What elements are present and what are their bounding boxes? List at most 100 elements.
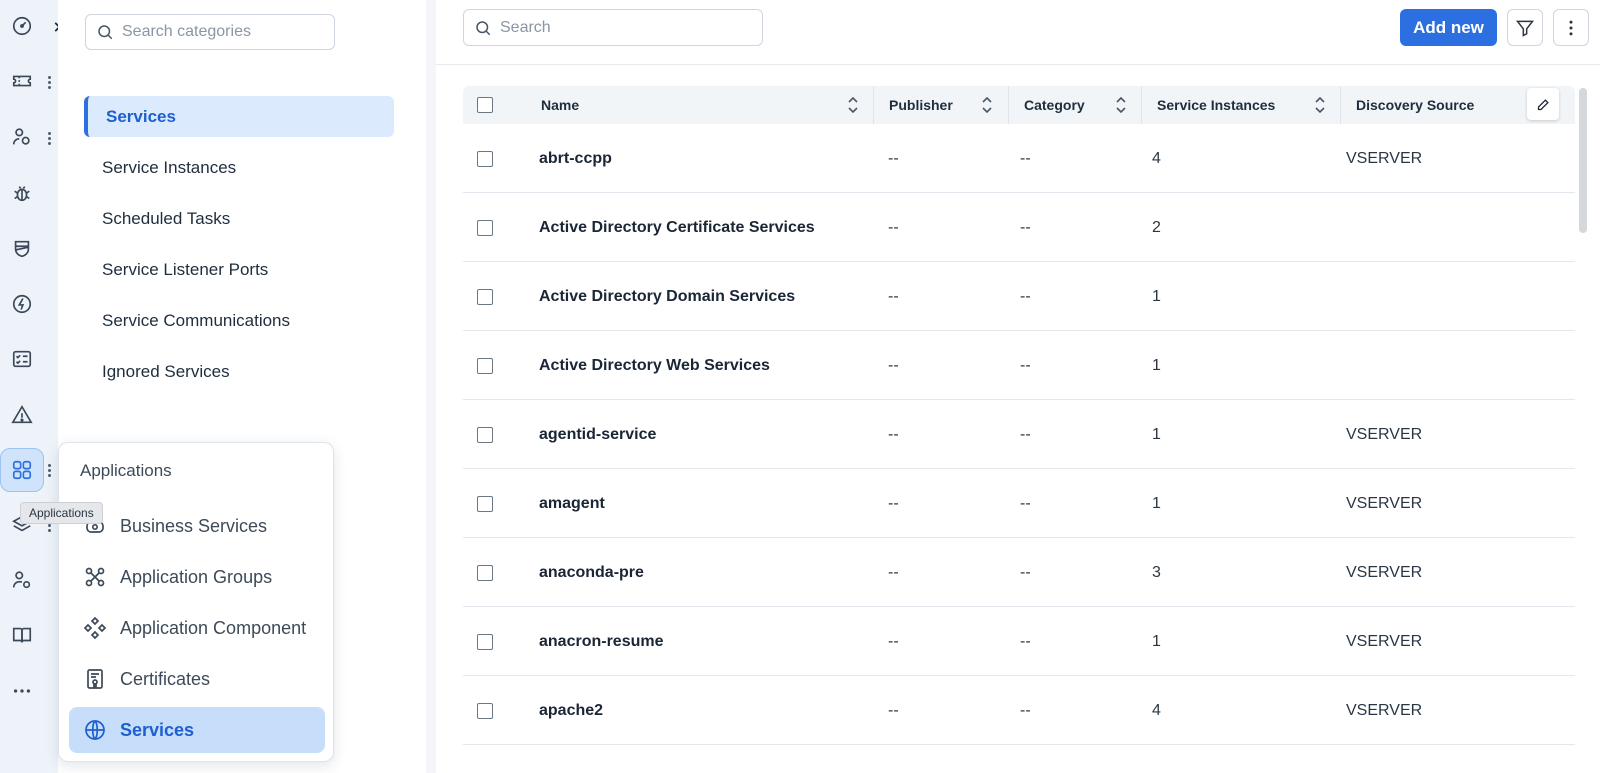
grid-more-icon[interactable] (43, 459, 55, 481)
globe-icon (85, 720, 105, 740)
applications-flyout: Applications Business Services Applicati… (58, 442, 334, 762)
row-checkbox[interactable] (477, 702, 493, 719)
row-checkbox[interactable] (477, 150, 493, 167)
flyout-item-certificates[interactable]: Certificates (69, 656, 325, 702)
book-icon[interactable] (7, 620, 37, 650)
service-name[interactable]: anacron-resume (539, 607, 664, 676)
table-row[interactable]: amagent -- -- 1 VSERVER (463, 469, 1575, 538)
discovery-source-cell: VSERVER (1346, 563, 1423, 581)
publisher-cell: -- (888, 494, 899, 512)
table-row[interactable]: agentid-service -- -- 1 VSERVER (463, 400, 1575, 469)
user-settings-more-icon[interactable] (43, 127, 55, 149)
service-name[interactable]: agentid-service (539, 400, 656, 469)
more-options-button[interactable] (1553, 9, 1589, 46)
instances-cell: 3 (1152, 563, 1161, 581)
bug-icon[interactable] (7, 178, 37, 208)
table-row[interactable]: Active Directory Domain Services -- -- 1 (463, 262, 1575, 331)
service-name[interactable]: amagent (539, 469, 605, 538)
publisher-cell: -- (888, 425, 899, 443)
service-name[interactable]: abrt-ccpp (539, 124, 612, 193)
publisher-cell: -- (888, 218, 899, 236)
scrollbar[interactable] (1576, 86, 1590, 773)
sort-icon[interactable] (847, 96, 859, 114)
column-service-instances[interactable]: Service Instances (1157, 86, 1340, 124)
category-item-services[interactable]: Services (84, 96, 394, 137)
warning-icon[interactable] (7, 400, 37, 430)
column-publisher[interactable]: Publisher (889, 86, 1007, 124)
ticket-more-icon[interactable] (43, 71, 55, 93)
category-cell: -- (1020, 494, 1031, 512)
flyout-item-services[interactable]: Services (69, 707, 325, 753)
category-search[interactable] (85, 14, 335, 50)
grid-icon[interactable] (0, 448, 44, 492)
ticket-icon[interactable] (7, 66, 37, 96)
more-icon[interactable] (7, 676, 37, 706)
row-checkbox[interactable] (477, 426, 493, 443)
sort-icon[interactable] (1115, 96, 1127, 114)
service-name[interactable]: apache2 (539, 676, 603, 745)
main-search-input[interactable] (500, 18, 740, 37)
instances-cell: 1 (1152, 425, 1161, 443)
row-checkbox-cell (477, 469, 493, 538)
column-category-label: Category (1024, 97, 1085, 113)
row-checkbox-cell (477, 193, 493, 262)
row-checkbox[interactable] (477, 219, 493, 236)
table-row[interactable]: anaconda-pre -- -- 3 VSERVER (463, 538, 1575, 607)
bolt-icon[interactable] (7, 289, 37, 319)
table-row[interactable]: apache2 -- -- 4 VSERVER (463, 676, 1575, 745)
category-item-scheduled-tasks[interactable]: Scheduled Tasks (84, 198, 394, 239)
table-row[interactable]: Active Directory Web Services -- -- 1 (463, 331, 1575, 400)
sort-icon[interactable] (1314, 96, 1326, 114)
instances-cell: 1 (1152, 632, 1161, 650)
column-name[interactable]: Name (541, 86, 873, 124)
service-name[interactable]: anaconda-pre (539, 538, 644, 607)
pencil-icon (1537, 98, 1549, 110)
category-item-communications[interactable]: Service Communications (84, 300, 394, 341)
checklist-icon[interactable] (7, 344, 37, 374)
category-cell: -- (1020, 701, 1031, 719)
discovery-source-cell: VSERVER (1346, 494, 1423, 512)
gauge-icon[interactable] (7, 11, 37, 41)
row-checkbox[interactable] (477, 495, 493, 512)
category-search-input[interactable] (122, 23, 322, 41)
user-network-icon[interactable] (7, 565, 37, 595)
column-instances-label: Service Instances (1157, 97, 1276, 113)
service-name[interactable]: Active Directory Domain Services (539, 262, 795, 331)
edit-columns-button[interactable] (1527, 88, 1559, 120)
icon-rail (0, 0, 61, 773)
category-list: Services Service Instances Scheduled Tas… (84, 96, 394, 402)
row-checkbox-cell (477, 676, 493, 745)
column-category[interactable]: Category (1024, 86, 1141, 124)
sort-icon[interactable] (981, 96, 993, 114)
filter-button[interactable] (1507, 9, 1543, 46)
column-discovery-source[interactable]: Discovery Source (1356, 86, 1526, 124)
publisher-cell: -- (888, 356, 899, 374)
row-checkbox[interactable] (477, 288, 493, 305)
row-checkbox[interactable] (477, 564, 493, 581)
flyout-item-application-groups[interactable]: Application Groups (69, 554, 325, 600)
applications-tooltip: Applications (20, 502, 103, 524)
scrollbar-thumb[interactable] (1579, 88, 1587, 233)
row-checkbox[interactable] (477, 357, 493, 374)
category-item-ignored-services[interactable]: Ignored Services (84, 351, 394, 392)
table-row[interactable]: abrt-ccpp -- -- 4 VSERVER (463, 124, 1575, 193)
row-checkbox[interactable] (477, 633, 493, 650)
table-row[interactable]: Active Directory Certificate Services -- -… (463, 193, 1575, 262)
flyout-item-business-services[interactable]: Business Services (69, 503, 325, 549)
select-all-checkbox[interactable] (477, 97, 493, 113)
main-search[interactable] (463, 9, 763, 46)
instances-cell: 1 (1152, 494, 1161, 512)
category-item-listener-ports[interactable]: Service Listener Ports (84, 249, 394, 290)
service-name[interactable]: Active Directory Web Services (539, 331, 770, 400)
category-item-service-instances[interactable]: Service Instances (84, 147, 394, 188)
service-name[interactable]: Active Directory Certificate Services (539, 193, 815, 262)
flyout-item-application-component[interactable]: Application Component (69, 605, 325, 651)
instances-cell: 4 (1152, 701, 1161, 719)
instances-cell: 2 (1152, 218, 1161, 236)
shield-icon[interactable] (7, 234, 37, 264)
add-new-button[interactable]: Add new (1400, 9, 1497, 46)
user-settings-icon[interactable] (7, 122, 37, 152)
search-icon (476, 20, 491, 35)
table-row[interactable]: anacron-resume -- -- 1 VSERVER (463, 607, 1575, 676)
app-component-icon (83, 616, 107, 640)
